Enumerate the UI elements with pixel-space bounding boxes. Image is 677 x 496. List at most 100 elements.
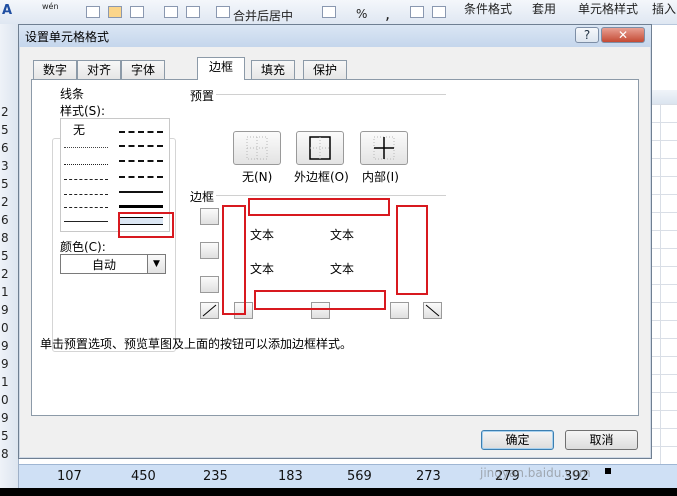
border-divider: [216, 195, 446, 196]
diagonal-down-icon: [425, 304, 440, 317]
style-medium-dash-dot-dot-option[interactable]: [119, 131, 163, 133]
preset-outline-label: 外边框(O): [294, 170, 349, 184]
preset-inside-label: 内部(I): [362, 170, 399, 184]
style-dash-dot-dot-option[interactable]: [64, 179, 108, 180]
style-none-option[interactable]: 无: [73, 121, 85, 138]
row-number[interactable]: 5: [0, 177, 17, 191]
merge-center-button[interactable]: 合并后居中: [233, 7, 293, 24]
row-number[interactable]: 1: [0, 375, 17, 389]
color-label: 颜色(C):: [60, 240, 106, 254]
style-thick-option[interactable]: [119, 205, 163, 208]
align-left-icon[interactable]: [86, 6, 100, 18]
cell-value[interactable]: 183: [278, 469, 303, 484]
border-bottom-button[interactable]: [200, 276, 219, 293]
preset-none-button[interactable]: [233, 131, 281, 165]
row-number[interactable]: 9: [0, 357, 17, 371]
comma-button[interactable]: ,: [385, 4, 390, 23]
preset-outline-button[interactable]: [296, 131, 344, 165]
row-number[interactable]: 5: [0, 249, 17, 263]
table-format-button[interactable]: 套用: [532, 0, 556, 17]
style-medium-dash-dot-option[interactable]: [119, 160, 163, 162]
align-center-icon[interactable]: [108, 6, 122, 18]
align-right-icon[interactable]: [130, 6, 144, 18]
cell-value[interactable]: 107: [57, 469, 82, 484]
preview-text: 文本: [250, 262, 275, 276]
preview-text: 文本: [330, 228, 355, 242]
highlight-top-border: [248, 198, 390, 216]
row-number[interactable]: 2: [0, 105, 17, 119]
style-dotted-option[interactable]: [64, 164, 108, 165]
preset-inside-button[interactable]: [360, 131, 408, 165]
border-tab-panel: 线条 样式(S): 无 颜色(C): 自动 ▼ 预置 无(N) 外边框(O) 内…: [31, 79, 639, 416]
cancel-button[interactable]: 取消: [565, 430, 638, 450]
row-number[interactable]: 8: [0, 231, 17, 245]
preset-none-label: 无(N): [242, 170, 273, 184]
tab-fill[interactable]: 填充: [251, 60, 295, 79]
row-number[interactable]: 8: [0, 447, 17, 461]
border-diagonal-up-button[interactable]: [200, 302, 219, 319]
style-medium-option[interactable]: [119, 191, 163, 193]
increase-decimal-icon[interactable]: [410, 6, 424, 18]
color-select[interactable]: 自动 ▼: [60, 254, 166, 274]
cell-value[interactable]: 450: [131, 469, 156, 484]
tab-protection[interactable]: 保护: [303, 60, 347, 79]
row-number[interactable]: 9: [0, 339, 17, 353]
chevron-down-icon[interactable]: ▼: [147, 255, 165, 273]
style-dash-dot-option[interactable]: [64, 194, 108, 195]
row-number[interactable]: 3: [0, 159, 17, 173]
phonetic-icon[interactable]: wén: [42, 2, 59, 11]
font-color-icon[interactable]: A: [2, 3, 12, 18]
insert-button[interactable]: 插入: [652, 0, 676, 17]
style-medium-dashed-option[interactable]: [119, 176, 163, 178]
conditional-format-button[interactable]: 条件格式: [464, 0, 512, 17]
row-number[interactable]: 5: [0, 123, 17, 137]
tab-font[interactable]: 字体: [121, 60, 165, 79]
line-group-label: 线条: [58, 85, 87, 102]
row-number[interactable]: 0: [0, 321, 17, 335]
decrease-decimal-icon[interactable]: [432, 6, 446, 18]
style-thin-option[interactable]: [64, 221, 108, 222]
excel-ribbon: A wén 合并后居中 % , 条件格式 套用 单元格样式 插入: [0, 0, 677, 25]
cell-value[interactable]: 273: [416, 469, 441, 484]
hint-text: 单击预置选项、预览草图及上面的按钮可以添加边框样式。: [40, 337, 353, 351]
border-top-button[interactable]: [200, 208, 219, 225]
tab-border[interactable]: 边框: [197, 57, 245, 80]
indent-decrease-icon[interactable]: [164, 6, 178, 18]
presets-divider: [216, 94, 446, 95]
preset-inside-icon: [373, 136, 395, 160]
border-diagonal-down-button[interactable]: [423, 302, 442, 319]
close-button[interactable]: ✕: [601, 27, 645, 43]
highlight-left-border: [222, 205, 246, 315]
merge-icon[interactable]: [216, 6, 230, 18]
cell-value[interactable]: 235: [203, 469, 228, 484]
row-number[interactable]: 0: [0, 393, 17, 407]
cell-value[interactable]: 569: [347, 469, 372, 484]
fill-handle[interactable]: [605, 468, 611, 474]
ok-button[interactable]: 确定: [481, 430, 554, 450]
border-inside-horizontal-button[interactable]: [200, 242, 219, 259]
format-cells-dialog: 设置单元格格式 ? ✕ 数字 对齐 字体 边框 填充 保护 线条 样式(S): …: [18, 24, 652, 459]
border-right-button[interactable]: [390, 302, 409, 319]
row-number[interactable]: 2: [0, 195, 17, 209]
style-hair-option[interactable]: [64, 147, 108, 148]
dialog-titlebar[interactable]: 设置单元格格式 ? ✕: [19, 25, 651, 47]
highlight-double-line: [118, 212, 174, 238]
row-number[interactable]: 2: [0, 267, 17, 281]
currency-icon[interactable]: [322, 6, 336, 18]
style-slanted-option[interactable]: [119, 145, 163, 147]
cell-style-button[interactable]: 单元格样式: [578, 0, 638, 17]
indent-increase-icon[interactable]: [186, 6, 200, 18]
tab-number[interactable]: 数字: [33, 60, 77, 79]
row-number[interactable]: 1: [0, 285, 17, 299]
row-number[interactable]: 9: [0, 303, 17, 317]
dialog-title: 设置单元格格式: [25, 30, 110, 44]
percent-button[interactable]: %: [356, 7, 367, 21]
row-number[interactable]: 9: [0, 411, 17, 425]
row-number[interactable]: 5: [0, 429, 17, 443]
tab-alignment[interactable]: 对齐: [77, 60, 121, 79]
row-number[interactable]: 6: [0, 141, 17, 155]
style-dashed-option[interactable]: [64, 207, 108, 208]
help-button[interactable]: ?: [575, 27, 599, 43]
row-number[interactable]: 6: [0, 213, 17, 227]
diagonal-up-icon: [202, 304, 217, 317]
